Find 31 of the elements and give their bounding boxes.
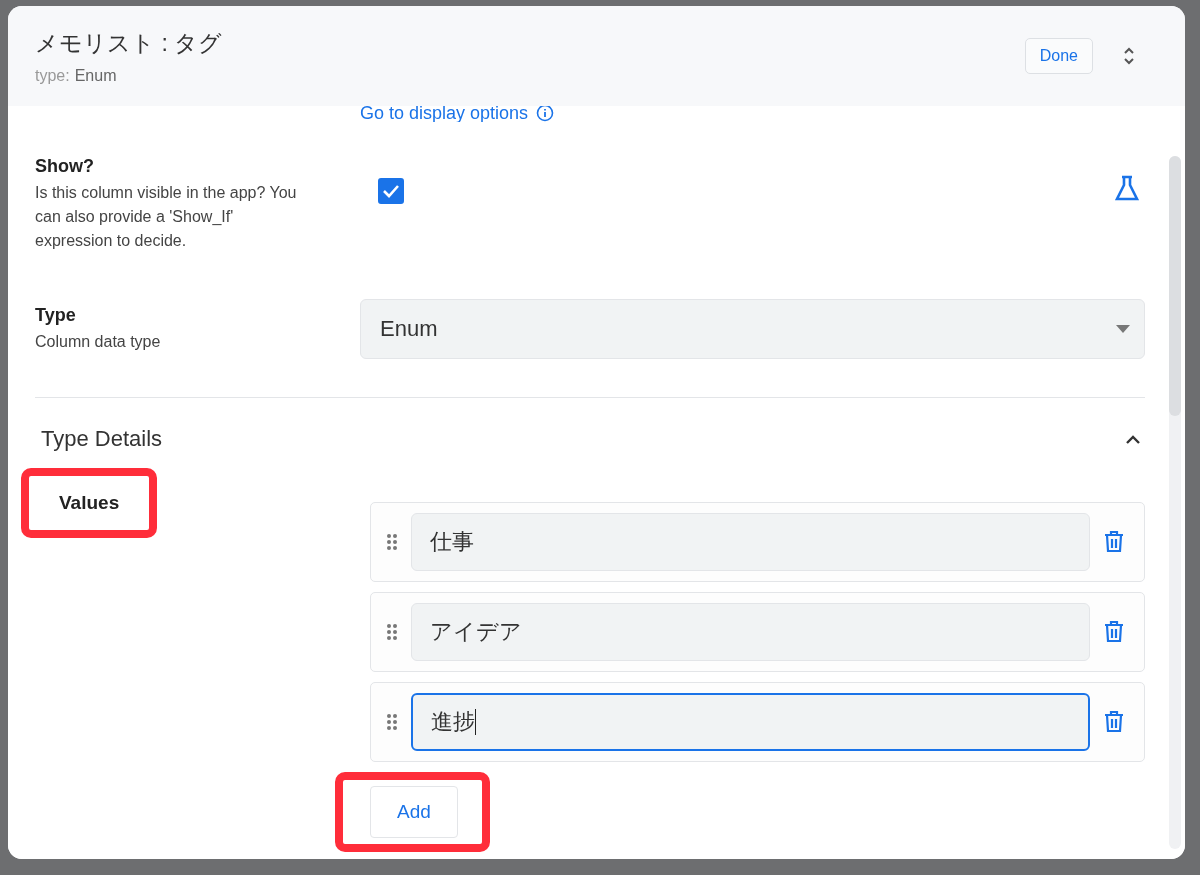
checkmark-icon — [382, 184, 400, 198]
section-title: Type Details — [41, 426, 163, 452]
flask-icon[interactable] — [1113, 174, 1141, 202]
drag-handle-icon[interactable] — [387, 533, 397, 551]
chevron-up-icon[interactable] — [1125, 434, 1141, 444]
expand-collapse-icon[interactable] — [1123, 46, 1135, 66]
field-label: Type — [35, 304, 77, 326]
value-input-field[interactable]: 進捗 — [411, 693, 1090, 751]
display-options-link[interactable]: Go to display options — [360, 106, 555, 122]
info-icon — [536, 106, 555, 122]
value-input-field[interactable]: 仕事 — [411, 513, 1090, 571]
field-description: Is this column visible in the app? You can also provide a 'Show_If' expression to decide. — [35, 183, 298, 251]
trash-icon[interactable] — [1104, 621, 1124, 643]
done-button[interactable]: Done — [1024, 38, 1093, 74]
drag-handle-icon[interactable] — [387, 623, 397, 641]
value-input-field[interactable]: アイデア — [411, 603, 1090, 661]
show-checkbox[interactable] — [378, 178, 404, 204]
values-label: Values — [59, 492, 120, 514]
type-select[interactable]: Enum — [360, 299, 1145, 359]
scrollbar[interactable] — [1169, 156, 1181, 849]
dropdown-arrow-icon — [1116, 325, 1130, 333]
trash-icon[interactable] — [1104, 531, 1124, 553]
dialog-title: メモリスト : タグ — [35, 28, 224, 58]
add-button[interactable]: Add — [370, 786, 458, 838]
type-value: Enum — [74, 66, 117, 85]
drag-handle-icon[interactable] — [387, 713, 397, 731]
type-label: type: — [35, 66, 70, 85]
scrollbar-thumb[interactable] — [1169, 156, 1181, 416]
field-description: Column data type — [35, 331, 162, 352]
trash-icon[interactable] — [1104, 711, 1124, 733]
field-label: Show? — [35, 156, 95, 177]
